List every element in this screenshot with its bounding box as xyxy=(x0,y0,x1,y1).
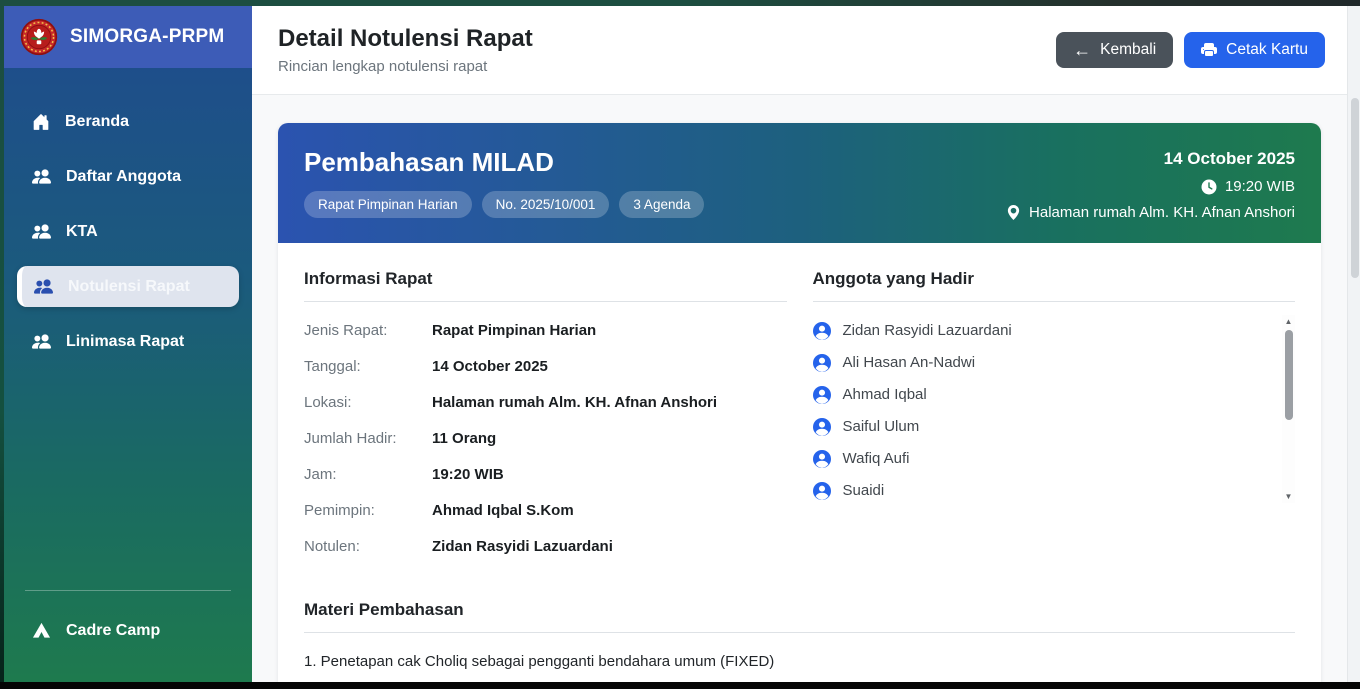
app-window: SIMORGA-PRPM Beranda Daftar Anggota KTA xyxy=(0,6,1360,682)
screenshot-frame: SIMORGA-PRPM Beranda Daftar Anggota KTA xyxy=(0,0,1360,689)
attendees-heading: Anggota yang Hadir xyxy=(813,269,1296,302)
scroll-down-icon[interactable]: ▼ xyxy=(1282,490,1295,503)
print-card-button[interactable]: Cetak Kartu xyxy=(1184,32,1325,68)
sidebar-item-linimasa-rapat[interactable]: Linimasa Rapat xyxy=(17,321,239,362)
materi-item: 1. Penetapan cak Choliq sebagai penggant… xyxy=(304,653,1295,671)
info-row: Pemimpin: Ahmad Iqbal S.Kom xyxy=(304,502,787,520)
attendee-scrollbar[interactable]: ▲ ▼ xyxy=(1282,315,1295,503)
person-circle-icon xyxy=(813,386,831,404)
org-logo xyxy=(20,18,58,56)
location-pin-icon xyxy=(1006,205,1021,220)
attendee-item: Saiful Ulum xyxy=(813,418,1270,436)
printer-icon xyxy=(1201,42,1217,58)
users-icon xyxy=(34,277,53,296)
materi-section: Materi Pembahasan 1. Penetapan cak Choli… xyxy=(304,600,1295,682)
sidebar: SIMORGA-PRPM Beranda Daftar Anggota KTA xyxy=(4,6,252,682)
meeting-card-body: Informasi Rapat Jenis Rapat: Rapat Pimpi… xyxy=(278,243,1321,682)
sidebar-item-notulensi-rapat[interactable]: Notulensi Rapat xyxy=(17,266,239,307)
clock-icon xyxy=(1201,179,1217,195)
meeting-title: Pembahasan MILAD xyxy=(304,147,704,178)
meeting-time: 19:20 WIB xyxy=(1225,178,1295,195)
badge-meeting-type: Rapat Pimpinan Harian xyxy=(304,191,472,218)
materi-heading: Materi Pembahasan xyxy=(304,600,1295,633)
sidebar-footer: Cadre Camp xyxy=(4,590,252,682)
meeting-card-header: Pembahasan MILAD Rapat Pimpinan Harian N… xyxy=(278,123,1321,243)
attendee-item: Ahmad Iqbal xyxy=(813,386,1270,404)
sidebar-item-cadre-camp[interactable]: Cadre Camp xyxy=(17,621,239,640)
info-section: Informasi Rapat Jenis Rapat: Rapat Pimpi… xyxy=(304,269,787,574)
sidebar-item-label: Cadre Camp xyxy=(66,622,160,640)
sidebar-nav: Beranda Daftar Anggota KTA Notulensi Rap… xyxy=(4,68,252,376)
info-row: Lokasi: Halaman rumah Alm. KH. Afnan Ans… xyxy=(304,394,787,412)
badge-agenda-count: 3 Agenda xyxy=(619,191,704,218)
page-header: Detail Notulensi Rapat Rincian lengkap n… xyxy=(252,6,1347,95)
meeting-date: 14 October 2025 xyxy=(1006,149,1295,169)
sidebar-divider xyxy=(25,590,231,591)
sidebar-item-label: Linimasa Rapat xyxy=(66,333,184,351)
person-circle-icon xyxy=(813,418,831,436)
brand-header: SIMORGA-PRPM xyxy=(4,6,252,68)
sidebar-item-kta[interactable]: KTA xyxy=(17,211,239,252)
scrollbar-thumb[interactable] xyxy=(1285,330,1293,420)
meeting-detail-card: Pembahasan MILAD Rapat Pimpinan Harian N… xyxy=(278,123,1321,682)
attendee-item: Suaidi xyxy=(813,482,1270,500)
attendee-item: Zidan Rasyidi Lazuardani xyxy=(813,322,1270,340)
sidebar-item-label: KTA xyxy=(66,223,98,241)
sidebar-item-label: Notulensi Rapat xyxy=(68,278,190,296)
sidebar-item-label: Daftar Anggota xyxy=(66,168,181,186)
window-bottom-edge xyxy=(0,682,1360,689)
page-scrollbar-thumb[interactable] xyxy=(1351,98,1359,278)
page-title: Detail Notulensi Rapat xyxy=(278,25,533,53)
info-row: Jumlah Hadir: 11 Orang xyxy=(304,430,787,448)
info-row: Tanggal: 14 October 2025 xyxy=(304,358,787,376)
info-row: Jenis Rapat: Rapat Pimpinan Harian xyxy=(304,322,787,340)
info-row: Notulen: Zidan Rasyidi Lazuardani xyxy=(304,538,787,556)
sidebar-item-label: Beranda xyxy=(65,113,129,131)
sidebar-item-beranda[interactable]: Beranda xyxy=(17,102,239,142)
badge-meeting-number: No. 2025/10/001 xyxy=(482,191,610,218)
page-content: Pembahasan MILAD Rapat Pimpinan Harian N… xyxy=(252,95,1347,682)
attendees-section: Anggota yang Hadir Zidan Rasyidi Lazuard… xyxy=(813,269,1296,574)
users-icon xyxy=(32,222,51,241)
scroll-up-icon[interactable]: ▲ xyxy=(1282,315,1295,328)
back-button[interactable]: ← Kembali xyxy=(1056,32,1173,68)
sidebar-item-daftar-anggota[interactable]: Daftar Anggota xyxy=(17,156,239,197)
person-circle-icon xyxy=(813,354,831,372)
users-icon xyxy=(32,167,51,186)
attendee-item: Ali Hasan An-Nadwi xyxy=(813,354,1270,372)
users-icon xyxy=(32,332,51,351)
arrow-left-icon: ← xyxy=(1073,41,1091,59)
tent-icon xyxy=(32,621,51,640)
attendee-list: Zidan Rasyidi Lazuardani Ali Hasan An-Na… xyxy=(813,322,1296,500)
attendee-item: Wafiq Aufi xyxy=(813,450,1270,468)
page-subtitle: Rincian lengkap notulensi rapat xyxy=(278,58,533,75)
page-scrollbar[interactable] xyxy=(1347,6,1360,682)
brand-title: SIMORGA-PRPM xyxy=(70,26,224,48)
main-area: Detail Notulensi Rapat Rincian lengkap n… xyxy=(252,6,1360,682)
person-circle-icon xyxy=(813,322,831,340)
home-icon xyxy=(32,113,50,131)
person-circle-icon xyxy=(813,482,831,500)
person-circle-icon xyxy=(813,450,831,468)
info-heading: Informasi Rapat xyxy=(304,269,787,302)
info-row: Jam: 19:20 WIB xyxy=(304,466,787,484)
meeting-location: Halaman rumah Alm. KH. Afnan Anshori xyxy=(1029,204,1295,221)
